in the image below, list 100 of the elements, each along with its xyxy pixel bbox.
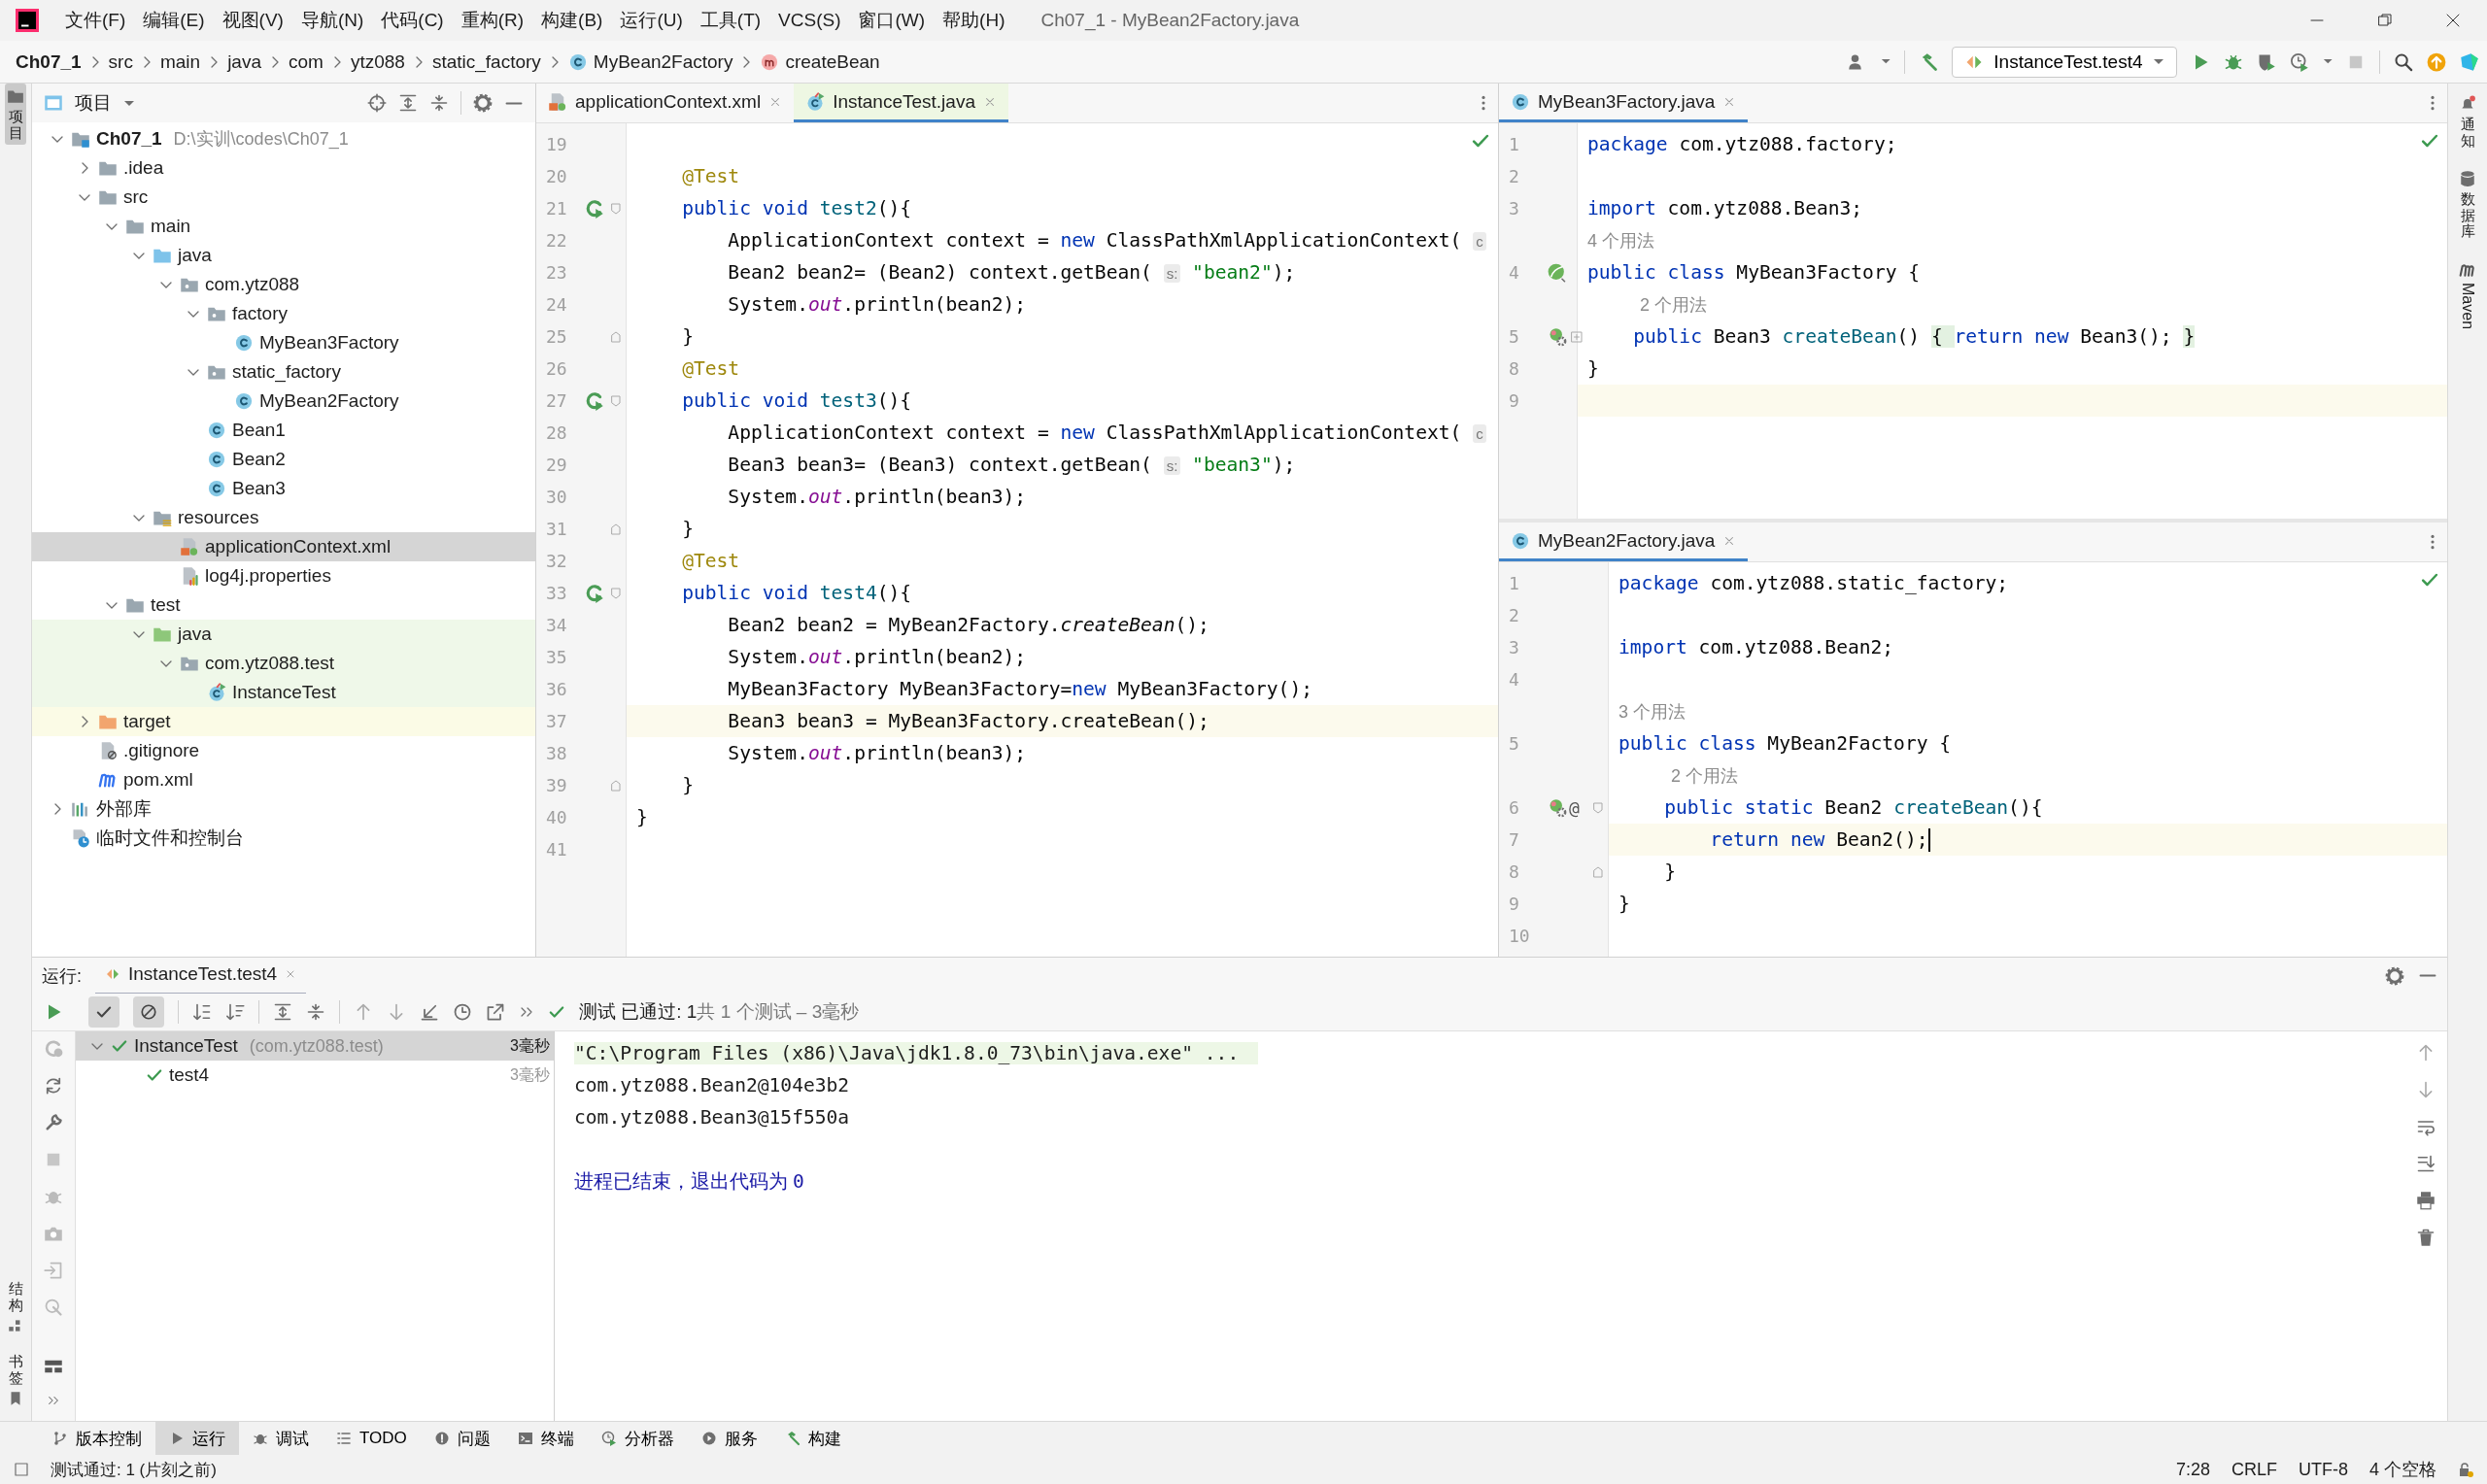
tool-window-button[interactable]: 通知 [2457, 91, 2478, 152]
tree-item[interactable]: 临时文件和控制台 [32, 824, 535, 853]
bean-gear-icon[interactable] [1548, 326, 1567, 347]
tool-window-button[interactable]: 数据库 [2457, 166, 2478, 244]
status-item[interactable]: 7:28 [2175, 1459, 2210, 1480]
sync-icon[interactable] [44, 1076, 63, 1096]
caret-icon[interactable] [1880, 58, 1891, 65]
tool-window-button[interactable]: 书签 [5, 1350, 26, 1411]
tree-item[interactable]: resources [32, 503, 535, 532]
tree-item[interactable]: java [32, 241, 535, 270]
caret-icon[interactable] [123, 99, 135, 107]
menu-item[interactable]: 导航(N) [291, 8, 373, 33]
menu-item[interactable]: 窗口(W) [849, 8, 935, 33]
breadcrumb-item[interactable]: Ch07_1 [16, 51, 82, 73]
panel-toggle-icon[interactable] [14, 1462, 29, 1477]
profiler-icon[interactable] [2289, 51, 2309, 72]
import-icon[interactable] [420, 1002, 439, 1022]
caret-icon[interactable] [2322, 58, 2333, 65]
collapse-all-icon[interactable] [306, 1002, 325, 1022]
editor-tab[interactable]: applicationContext.xml [536, 84, 795, 122]
breadcrumb-item[interactable]: MyBean2Factory [593, 51, 733, 73]
menu-item[interactable]: 运行(U) [611, 8, 692, 33]
tree-item[interactable]: Ch07_1 D:\实训\codes\Ch07_1 [32, 124, 535, 153]
breadcrumb-item[interactable]: createBean [785, 51, 880, 73]
test-item[interactable]: InstanceTest (com.ytz088.test) 3毫秒 [76, 1031, 554, 1061]
tree-item[interactable]: applicationContext.xml [32, 532, 535, 561]
status-item[interactable]: 4 个空格 [2369, 1458, 2436, 1481]
run-config-selector[interactable]: InstanceTest.test4 [1952, 46, 2177, 78]
panel-title[interactable]: 项目 [75, 90, 112, 116]
tree-item[interactable]: com.ytz088 [32, 270, 535, 299]
tool-window-button[interactable]: 结构 [5, 1277, 26, 1338]
tree-item[interactable]: target [32, 707, 535, 736]
collapse-all-icon[interactable] [429, 93, 449, 113]
expand-all-icon[interactable] [398, 93, 418, 113]
tree-item[interactable]: Bean1 [32, 416, 535, 445]
tree-item[interactable]: static_factory [32, 357, 535, 387]
status-item[interactable]: UTF-8 [2299, 1459, 2348, 1480]
tool-tab[interactable]: 构建 [770, 1422, 855, 1455]
bean-gear-icon[interactable] [1548, 797, 1567, 818]
tree-item[interactable]: java [32, 620, 535, 649]
tool-tab[interactable]: 分析器 [587, 1422, 688, 1455]
tool-tab[interactable]: 运行 [155, 1422, 239, 1455]
tool-tab[interactable]: TODO [323, 1422, 421, 1455]
wrench-icon[interactable] [44, 1113, 63, 1132]
run-test-icon[interactable] [585, 390, 604, 411]
lock-icon[interactable] [2458, 1462, 2473, 1477]
breadcrumb-item[interactable]: com [289, 51, 324, 73]
gutter-marker[interactable]: @ [1569, 797, 1580, 818]
more-icon[interactable] [47, 1394, 60, 1407]
status-item[interactable]: CRLF [2231, 1459, 2277, 1480]
tree-item[interactable]: main [32, 212, 535, 241]
clock-icon[interactable] [453, 1002, 472, 1022]
breadcrumb-item[interactable]: ytz088 [350, 51, 405, 73]
settings-icon[interactable] [2385, 965, 2404, 986]
scroll-end-icon[interactable] [2416, 1154, 2436, 1173]
menu-item[interactable]: 文件(F) [56, 8, 135, 33]
menu-item[interactable]: 代码(C) [372, 8, 453, 33]
trash-icon[interactable] [2416, 1228, 2436, 1247]
tree-item[interactable]: pom.xml [32, 765, 535, 794]
tool-tab[interactable]: 版本控制 [39, 1422, 155, 1455]
tool-window-button[interactable]: Maven [2457, 256, 2478, 333]
test-item[interactable]: test4 3毫秒 [76, 1061, 554, 1090]
printer-icon[interactable] [2416, 1191, 2436, 1210]
breadcrumb-item[interactable]: java [227, 51, 261, 73]
tree-item[interactable]: com.ytz088.test [32, 649, 535, 678]
tree-item[interactable]: .gitignore [32, 736, 535, 765]
tree-item[interactable]: InstanceTest [32, 678, 535, 707]
run-test-icon[interactable] [585, 198, 604, 219]
tree-item[interactable]: Bean3 [32, 474, 535, 503]
tree-item[interactable]: MyBean3Factory [32, 328, 535, 357]
tree-item[interactable]: test [32, 590, 535, 620]
tree-item[interactable]: factory [32, 299, 535, 328]
breadcrumb-item[interactable]: src [108, 51, 133, 73]
minimize-icon[interactable] [504, 100, 524, 106]
tool-tab[interactable]: 问题 [420, 1422, 504, 1455]
expand-all-icon[interactable] [273, 1002, 292, 1022]
menu-item[interactable]: 重构(R) [452, 8, 533, 33]
menu-item[interactable]: 构建(B) [532, 8, 612, 33]
target-icon[interactable] [367, 93, 387, 113]
export-icon[interactable] [486, 1002, 505, 1022]
run-test-icon[interactable] [585, 583, 604, 603]
tree-item[interactable]: log4j.properties [32, 561, 535, 590]
menu-item[interactable]: 编辑(E) [134, 8, 214, 33]
menu-item[interactable]: VCS(S) [769, 10, 850, 31]
sort-duration-icon[interactable] [225, 1002, 245, 1022]
tree-item[interactable]: MyBean2Factory [32, 387, 535, 416]
tree-item[interactable]: 外部库 [32, 794, 535, 824]
tree-item[interactable]: Bean2 [32, 445, 535, 474]
ignored-filter-button[interactable] [133, 996, 164, 1028]
sort-alpha-icon[interactable] [192, 1002, 212, 1022]
tool-tab[interactable]: 调试 [239, 1422, 323, 1455]
menu-item[interactable]: 视图(V) [213, 8, 292, 33]
menu-item[interactable]: 帮助(H) [934, 8, 1014, 33]
minimize-icon[interactable] [2418, 973, 2437, 978]
tool-window-button[interactable]: 项目 [5, 84, 26, 145]
breadcrumb-item[interactable]: main [159, 51, 201, 73]
breadcrumb-item[interactable]: static_factory [431, 51, 541, 73]
settings-icon[interactable] [473, 93, 493, 113]
menu-item[interactable]: 工具(T) [691, 8, 770, 33]
tool-tab[interactable]: 终端 [503, 1422, 588, 1455]
